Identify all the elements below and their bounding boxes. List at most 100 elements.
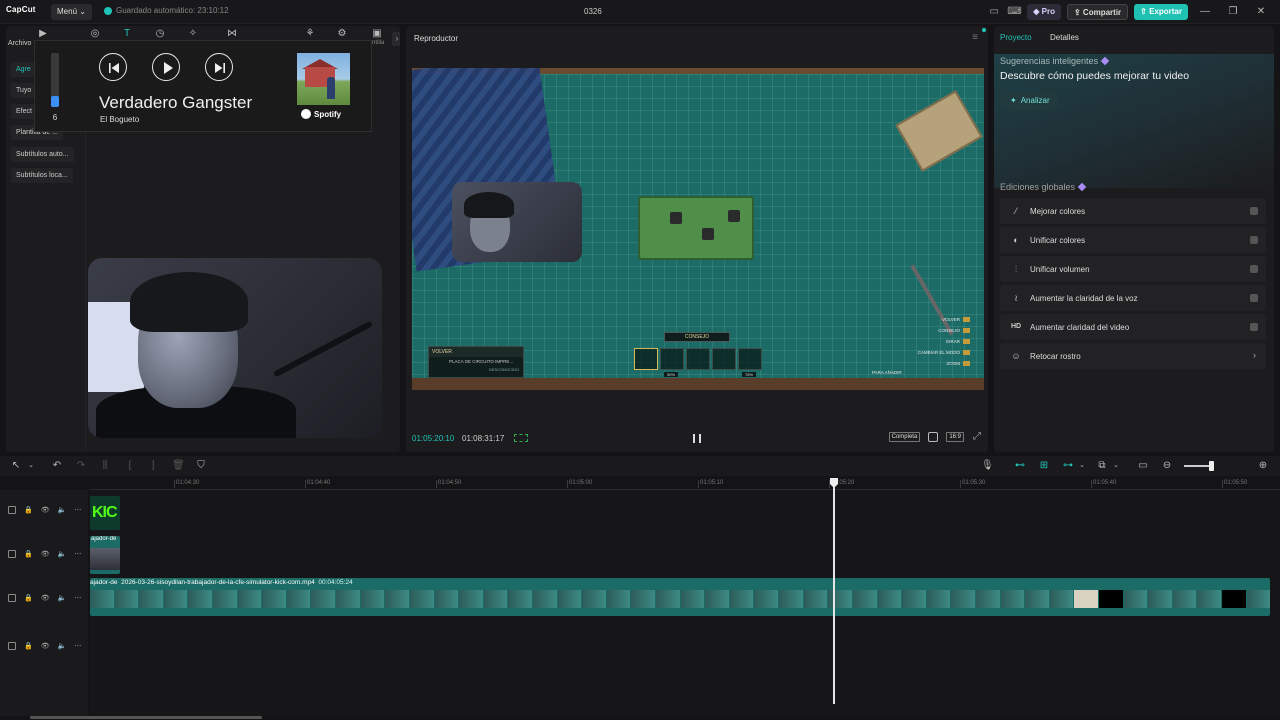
more-icon[interactable]: ⋯ — [74, 506, 81, 514]
link-icon[interactable]: ⊞ — [1038, 460, 1050, 472]
analyze-button[interactable]: ✦ Analizar — [1002, 92, 1058, 110]
eye-icon[interactable]: 👁 — [41, 642, 50, 650]
track-toggle-icon[interactable] — [8, 594, 16, 602]
toggle-icon[interactable] — [1250, 236, 1258, 244]
player-menu-icon[interactable]: ≡ — [972, 32, 978, 43]
toggle-icon[interactable] — [1250, 323, 1258, 331]
complete-button[interactable]: Completa — [888, 432, 921, 442]
pause-button[interactable] — [693, 434, 701, 443]
more-icon[interactable]: ⋯ — [74, 594, 81, 602]
adjust-icon[interactable]: ⚙ — [335, 28, 349, 40]
playhead[interactable] — [833, 486, 835, 704]
sidebar-item-4[interactable]: Subtítulos auto... — [11, 147, 74, 162]
spotify-label: Spotify — [314, 109, 342, 119]
split-right-icon[interactable]: ] — [147, 460, 159, 472]
clip-frame — [779, 590, 803, 608]
toggle-icon[interactable] — [1250, 294, 1258, 302]
select-tool-icon[interactable]: ↖ — [10, 460, 22, 472]
volume-slider[interactable] — [51, 53, 59, 107]
more-icon[interactable]: ⋯ — [74, 642, 81, 650]
delete-icon[interactable]: 🗑 — [172, 460, 185, 472]
caption-icon[interactable]: ▭ — [1137, 460, 1149, 472]
kick-logo-clip[interactable]: KIC — [90, 496, 120, 530]
main-video-clip[interactable]: ajador-de 2026-03-26-sisoydilan-trabajad… — [90, 578, 1270, 616]
share-button[interactable]: ⇪ Compartir — [1066, 4, 1129, 20]
global-edit-claridad-voz[interactable]: ≀ Aumentar la claridad de la voz — [1000, 285, 1266, 311]
speaker-icon[interactable]: 🔈 — [58, 550, 67, 558]
video-preview[interactable]: VOLVER PLACA DE CIRCUITO IMPRE... DESCON… — [412, 68, 984, 390]
templates-icon[interactable]: ▣ — [370, 28, 384, 40]
eye-icon[interactable]: 👁 — [41, 550, 50, 558]
global-edit-unificar-colores[interactable]: ◐ Unificar colores — [1000, 227, 1266, 253]
zoom-out-icon[interactable]: ⊖ — [1161, 460, 1173, 472]
crop-icon[interactable] — [928, 432, 939, 442]
layout-icon[interactable]: ▭ — [987, 5, 1001, 19]
export-button[interactable]: ⇧ Exportar — [1134, 4, 1188, 20]
sidebar-item-5[interactable]: Subtítulos loca... — [11, 168, 73, 183]
zoom-slider-knob[interactable] — [1209, 461, 1214, 471]
effects-icon[interactable]: ✧ — [186, 28, 200, 40]
lock-icon[interactable]: 🔒 — [24, 550, 33, 558]
lock-icon[interactable]: 🔒 — [24, 506, 33, 514]
transitions-icon[interactable]: ⋈ — [225, 28, 239, 40]
shield-icon[interactable]: ⛉ — [195, 460, 207, 472]
global-edit-mejorar-colores[interactable]: ⁄ Mejorar colores — [1000, 198, 1266, 224]
track-toggle-icon[interactable] — [8, 506, 16, 514]
menu-button[interactable]: Menú ⌄ — [51, 4, 92, 20]
clip-frame — [213, 590, 237, 608]
global-edit-claridad-video[interactable]: HD Aumentar claridad del video — [1000, 314, 1266, 340]
preview-axis-icon[interactable]: ⧉ — [1096, 460, 1108, 472]
close-icon[interactable]: ✕ — [1250, 4, 1272, 20]
eye-icon[interactable]: 👁 — [41, 594, 50, 602]
fullscreen-icon[interactable]: ⤢ — [972, 432, 982, 442]
minimize-icon[interactable]: — — [1194, 4, 1216, 20]
keyboard-icon[interactable]: ⌨ — [1007, 5, 1021, 19]
lock-icon[interactable]: 🔒 — [24, 594, 33, 602]
track-toggle-icon[interactable] — [8, 642, 16, 650]
speaker-icon[interactable]: 🔈 — [58, 506, 67, 514]
tab-proyecto[interactable]: Proyecto — [1000, 33, 1032, 42]
tab-detalles[interactable]: Detalles — [1050, 33, 1079, 42]
collapse-icon[interactable]: › — [392, 32, 400, 46]
previous-button[interactable] — [99, 53, 127, 81]
waveform-icon[interactable] — [514, 434, 528, 442]
speaker-icon[interactable]: 🔈 — [58, 642, 67, 650]
split-icon[interactable]: ⫼ — [99, 460, 111, 472]
redo-icon[interactable]: ↷ — [75, 460, 87, 472]
split-left-icon[interactable]: [ — [124, 460, 136, 472]
chevron-down-icon[interactable]: ⌄ — [1076, 460, 1088, 472]
audio-icon[interactable]: ◎ — [88, 28, 102, 40]
global-edit-unificar-volumen[interactable]: ⫶ Unificar volumen — [1000, 256, 1266, 282]
horizontal-scrollbar[interactable] — [30, 716, 262, 719]
more-icon[interactable]: ⋯ — [74, 550, 81, 558]
magnet-icon[interactable]: ⊷ — [1014, 460, 1026, 472]
chevron-down-icon[interactable]: ⌄ — [25, 460, 37, 472]
filters-icon[interactable]: ⚘ — [303, 28, 317, 40]
track-toggle-icon[interactable] — [8, 550, 16, 558]
timeline-ruler[interactable]: 01:04:30 01:04:40 01:04:50 01:05:00 01:0… — [90, 478, 1280, 490]
zoom-in-icon[interactable]: ⊕ — [1257, 460, 1269, 472]
sidebar-item-0[interactable]: Agre — [11, 62, 36, 77]
toggle-icon[interactable] — [1250, 207, 1258, 215]
text-icon[interactable]: T — [120, 28, 134, 40]
ratio-button[interactable]: 16:9 — [946, 432, 964, 442]
sticker-icon[interactable]: ◷ — [153, 28, 167, 40]
snap-icon[interactable]: ⊶ — [1062, 460, 1074, 472]
pro-button[interactable]: ◆ Pro — [1027, 4, 1061, 20]
restore-icon[interactable]: ❐ — [1222, 4, 1244, 20]
toggle-icon[interactable] — [1250, 265, 1258, 273]
global-edit-retocar-rostro[interactable]: ☺ Retocar rostro › — [1000, 343, 1266, 369]
play-button[interactable] — [152, 53, 180, 81]
next-button[interactable] — [205, 53, 233, 81]
speaker-icon[interactable]: 🔈 — [58, 594, 67, 602]
undo-icon[interactable]: ↶ — [51, 460, 63, 472]
chevron-down-icon[interactable]: ⌄ — [1110, 460, 1122, 472]
lock-icon[interactable]: 🔒 — [24, 642, 33, 650]
global-edit-label: Aumentar la claridad de la voz — [1030, 294, 1138, 303]
microphone-icon[interactable]: 🎙 — [981, 460, 994, 472]
eye-icon[interactable]: 👁 — [41, 506, 50, 514]
timeline-tracks[interactable]: KIC ajador-de ajador-de 2026-03-26-sisoy… — [90, 490, 1280, 716]
media-icon[interactable]: ▶ — [36, 28, 50, 40]
sidebar-item-1[interactable]: Tuyo — [11, 83, 37, 98]
webcam-clip[interactable]: ajador-de — [90, 536, 120, 574]
